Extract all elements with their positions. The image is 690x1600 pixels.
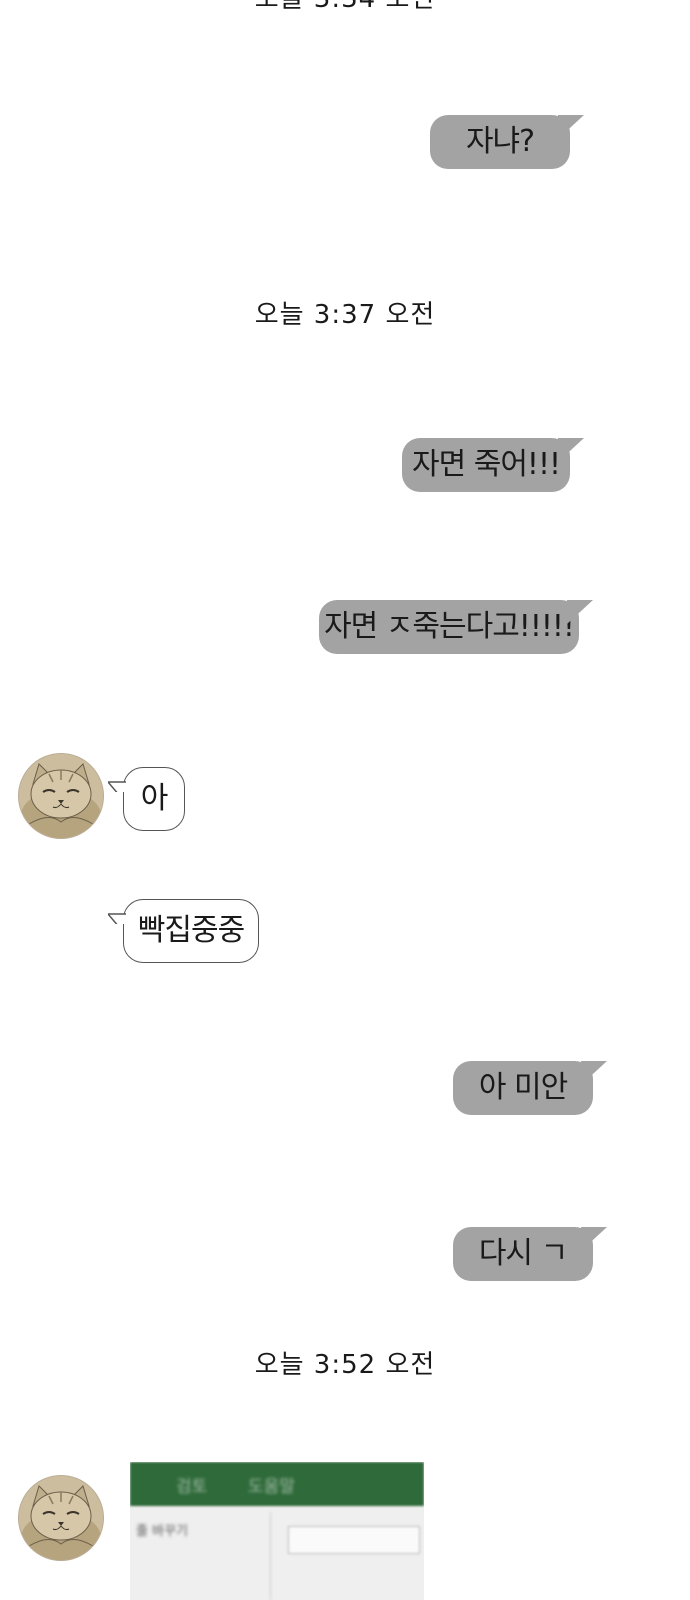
sent-message-bubble[interactable]: 다시 ㄱ bbox=[453, 1227, 607, 1281]
message-text: 아 미안 bbox=[478, 1070, 568, 1105]
message-text: 아 bbox=[140, 781, 169, 816]
bubble-tail bbox=[108, 766, 134, 792]
sent-message-bubble[interactable]: 자면 죽어!!! bbox=[402, 438, 584, 492]
sent-message-bubble[interactable]: 자면 ㅈ죽는다고!!!!! bbox=[319, 600, 593, 654]
timestamp-divider: 오늘 3:52 오전 bbox=[254, 1350, 436, 1380]
bubble-tail bbox=[108, 898, 134, 924]
cat-avatar-icon bbox=[19, 754, 103, 838]
sent-message-bubble[interactable]: 자냐? bbox=[430, 115, 584, 169]
image-tab-label: 도움말 bbox=[248, 1477, 295, 1497]
timestamp-top: 오늘 3:34 오전 bbox=[0, 0, 690, 16]
shared-image-message[interactable]: 검토 도움말 줄 바꾸기 bbox=[130, 1462, 424, 1600]
chat-thread: 오늘 3:34 오전 자냐? 오늘 3:37 오전 자면 죽어!!! 자면 ㅈ죽… bbox=[0, 0, 690, 1600]
message-text: 다시 ㄱ bbox=[478, 1236, 568, 1271]
cat-avatar-icon[interactable] bbox=[18, 753, 104, 839]
received-message-bubble[interactable]: 아 bbox=[108, 767, 185, 831]
image-menu-text: 줄 바꾸기 bbox=[136, 1524, 188, 1539]
sent-message-bubble[interactable]: 아 미안 bbox=[453, 1061, 607, 1115]
cat-avatar-icon[interactable] bbox=[18, 1475, 104, 1561]
message-text: 자면 ㅈ죽는다고!!!!! bbox=[324, 609, 575, 644]
cat-avatar-icon bbox=[19, 1476, 103, 1560]
received-message-bubble[interactable]: 빡집중중 bbox=[108, 899, 259, 963]
message-text: 자냐? bbox=[465, 124, 535, 159]
timestamp-divider: 오늘 3:37 오전 bbox=[254, 300, 436, 330]
image-dropdown-field bbox=[288, 1526, 420, 1554]
message-text: 빡집중중 bbox=[137, 913, 245, 948]
image-tab-label: 검토 bbox=[176, 1477, 208, 1497]
image-divider bbox=[270, 1512, 271, 1600]
message-text: 자면 죽어!!! bbox=[411, 447, 561, 482]
